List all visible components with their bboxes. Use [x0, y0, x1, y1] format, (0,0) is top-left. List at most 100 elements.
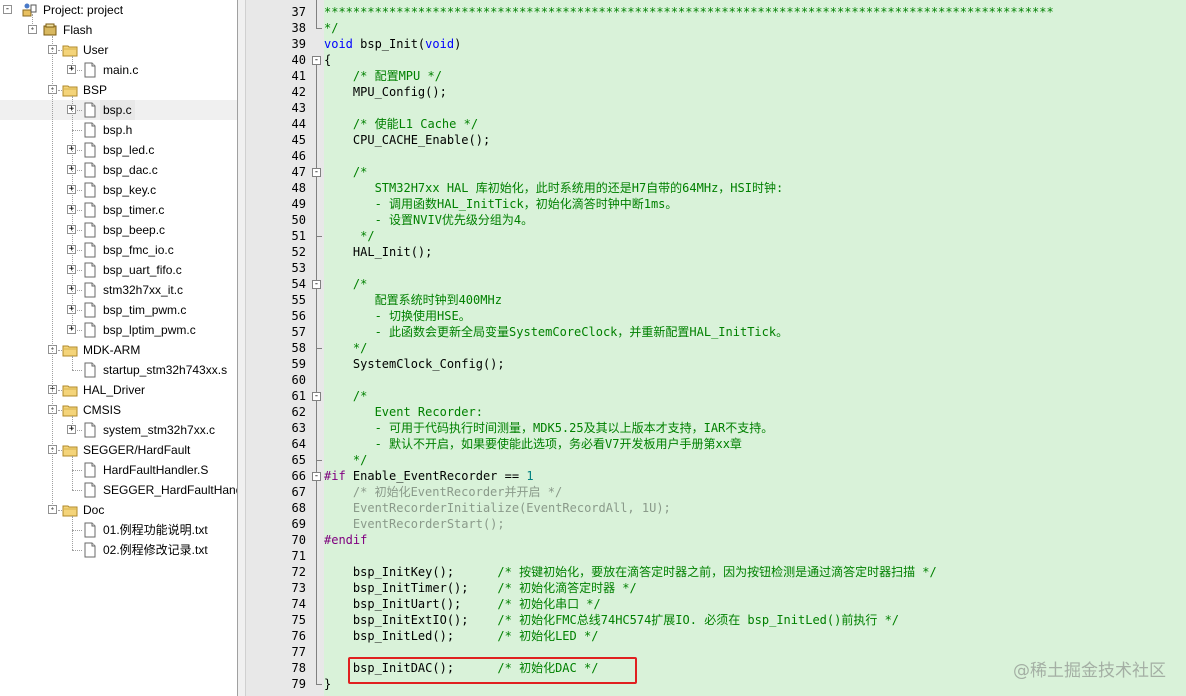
code-line[interactable]: MPU_Config(); MPU_Config(); [324, 84, 447, 100]
code-line[interactable]: CPU_CACHE_Enable(); CPU_CACHE_Enable(); [324, 132, 490, 148]
tree-item-target[interactable]: - Flash [0, 20, 237, 40]
tree-file-item[interactable]: + main.c [0, 60, 237, 80]
tree-item-label: bsp_uart_fifo.c [103, 263, 182, 277]
tree-item-label: main.c [103, 63, 139, 77]
tree-item-label: Flash [63, 23, 93, 37]
tree-group-segger-hardfault[interactable]: - SEGGER/HardFault [0, 440, 237, 460]
code-line[interactable]: /* /* [324, 164, 367, 180]
tree-file-item[interactable]: + bsp_beep.c [0, 220, 237, 240]
tree-file-item[interactable]: + bsp_key.c [0, 180, 237, 200]
code-line-rendered: SystemClock_Config(); [324, 357, 505, 371]
project-tree[interactable]: - Project: project - Flash - User + main.c - BSP +… [0, 0, 238, 696]
code-line[interactable]: /* /* [324, 276, 367, 292]
code-line[interactable]: bsp_InitUart(); /* 初始化串口 */ bsp_InitUart… [324, 596, 601, 612]
code-line[interactable]: - 默认不开启，如果要使能此选项，务必看V7开发板用户手册第xx章 - 默认不开… [324, 436, 742, 452]
code-line-rendered: - 可用于代码执行时间测量，MDK5.25及其以上版本才支持，IAR不支持。 [324, 421, 774, 435]
tree-item-label: bsp_fmc_io.c [103, 243, 174, 257]
line-number: 43 [291, 101, 306, 115]
file-icon [82, 302, 98, 318]
code-line[interactable]: HAL_Init(); HAL_Init(); [324, 244, 432, 260]
tree-group-doc[interactable]: - Doc [0, 500, 237, 520]
code-line[interactable]: /* /* [324, 388, 367, 404]
tree-group-user[interactable]: - User [0, 40, 237, 60]
tree-file-item[interactable]: + bsp.c [0, 100, 237, 120]
tree-file-item[interactable]: + stm32h7xx_it.c [0, 280, 237, 300]
code-line[interactable]: #endif#endif [324, 532, 367, 548]
tree-item-label: bsp.c [100, 100, 135, 120]
code-line[interactable]: - 设置NVIV优先级分组为4。 - 设置NVIV优先级分组为4。 [324, 212, 534, 228]
code-line[interactable]: void bsp_Init(void)void bsp_Init(void) [324, 36, 461, 52]
tree-file-item[interactable]: + bsp_lptim_pwm.c [0, 320, 237, 340]
tree-group-mdk-arm[interactable]: - MDK-ARM [0, 340, 237, 360]
code-line[interactable]: /* 初始化EventRecorder并开启 */ /* 初始化EventRec… [324, 484, 562, 500]
code-line[interactable]: EventRecorderStart(); EventRecorderStart… [324, 516, 505, 532]
fold-guide-line [316, 177, 317, 236]
code-line[interactable]: #if Enable_EventRecorder == 1#if Enable_… [324, 468, 534, 484]
code-line[interactable]: }} [324, 676, 331, 692]
code-line[interactable]: - 切换使用HSE。 - 切换使用HSE。 [324, 308, 471, 324]
tree-item-project[interactable]: - Project: project [0, 0, 237, 20]
code-line[interactable]: bsp_InitTimer(); /* 初始化滴答定时器 */ bsp_Init… [324, 580, 637, 596]
tree-file-item[interactable]: 01.例程功能说明.txt [0, 520, 237, 540]
tree-file-item[interactable]: SEGGER_HardFaultHandl [0, 480, 237, 500]
code-line[interactable]: - 调用函数HAL_InitTick，初始化滴答时钟中断1ms。 - 调用函数H… [324, 196, 678, 212]
code-line[interactable]: bsp_InitLed(); /* 初始化LED */ bsp_InitLed(… [324, 628, 599, 644]
tree-file-item[interactable]: + bsp_fmc_io.c [0, 240, 237, 260]
fold-collapse-icon[interactable]: - [312, 392, 321, 401]
fold-guide-line [316, 65, 317, 684]
code-line[interactable]: */*/ [324, 20, 338, 36]
code-line[interactable]: /* 使能L1 Cache */ /* 使能L1 Cache */ [324, 116, 478, 132]
code-line[interactable]: - 此函数会更新全局变量SystemCoreClock，并重新配置HAL_Ini… [324, 324, 789, 340]
tree-file-item[interactable]: HardFaultHandler.S [0, 460, 237, 480]
tree-group-bsp[interactable]: - BSP [0, 80, 237, 100]
fold-collapse-icon[interactable]: - [312, 472, 321, 481]
tree-connector-line [58, 390, 62, 391]
code-line[interactable]: bsp_InitDAC(); /* 初始化DAC */ bsp_InitDAC(… [324, 660, 599, 676]
tree-file-item[interactable]: + bsp_led.c [0, 140, 237, 160]
fold-collapse-icon[interactable]: - [312, 168, 321, 177]
code-line[interactable]: /* 配置MPU */ /* 配置MPU */ [324, 68, 442, 84]
tree-connector-line [58, 350, 62, 351]
pane-splitter[interactable] [238, 0, 246, 696]
code-line-rendered: - 调用函数HAL_InitTick，初始化滴答时钟中断1ms。 [324, 197, 678, 211]
code-line[interactable]: STM32H7xx HAL 库初始化，此时系统用的还是H7自带的64MHz，HS… [324, 180, 784, 196]
code-line[interactable]: bsp_InitKey(); /* 按键初始化，要放在滴答定时器之前，因为按钮检… [324, 564, 937, 580]
tree-file-item[interactable]: startup_stm32h743xx.s [0, 360, 237, 380]
tree-file-item[interactable]: bsp.h [0, 120, 237, 140]
code-line[interactable]: */ */ [324, 228, 374, 244]
code-line[interactable]: 配置系统时钟到400MHz 配置系统时钟到400MHz [324, 292, 502, 308]
tree-file-item[interactable]: + system_stm32h7xx.c [0, 420, 237, 440]
code-line[interactable]: bsp_InitExtIO(); /* 初始化FMC总线74HC574扩展IO.… [324, 612, 899, 628]
collapse-toggle-icon[interactable]: - [3, 5, 12, 14]
code-line[interactable]: SystemClock_Config(); SystemClock_Config… [324, 356, 505, 372]
tree-file-item[interactable]: + bsp_timer.c [0, 200, 237, 220]
tree-item-label: bsp_tim_pwm.c [103, 303, 187, 317]
code-line[interactable]: {{ [324, 52, 331, 68]
code-editor[interactable]: ****************************************… [324, 0, 1186, 696]
tree-item-label: startup_stm32h743xx.s [103, 363, 228, 377]
code-line[interactable]: - 可用于代码执行时间测量，MDK5.25及其以上版本才支持，IAR不支持。 -… [324, 420, 774, 436]
tree-connector-line [58, 450, 62, 451]
tree-connector-line [77, 170, 82, 171]
fold-collapse-icon[interactable]: - [312, 56, 321, 65]
tree-item-label: BSP [83, 83, 108, 97]
tree-file-item[interactable]: + bsp_dac.c [0, 160, 237, 180]
line-number: 76 [291, 629, 306, 643]
tree-group-hal-driver[interactable]: + HAL_Driver [0, 380, 237, 400]
line-number: 77 [291, 645, 306, 659]
tree-group-cmsis[interactable]: - CMSIS [0, 400, 237, 420]
code-line[interactable]: */ */ [324, 452, 367, 468]
tree-item-label: CMSIS [83, 403, 122, 417]
code-line[interactable]: */ */ [324, 340, 367, 356]
tree-file-item[interactable]: + bsp_uart_fifo.c [0, 260, 237, 280]
code-line[interactable]: Event Recorder: Event Recorder: [324, 404, 483, 420]
fold-margin[interactable]: - - - - - [310, 0, 324, 696]
code-line[interactable]: ****************************************… [324, 4, 1054, 20]
code-line-rendered: MPU_Config(); [324, 85, 447, 99]
fold-collapse-icon[interactable]: - [312, 280, 321, 289]
code-line-rendered: /* [352, 277, 368, 291]
file-icon [82, 122, 98, 138]
tree-file-item[interactable]: 02.例程修改记录.txt [0, 540, 237, 560]
code-line[interactable]: EventRecorderInitialize(EventRecordAll, … [324, 500, 671, 516]
tree-file-item[interactable]: + bsp_tim_pwm.c [0, 300, 237, 320]
